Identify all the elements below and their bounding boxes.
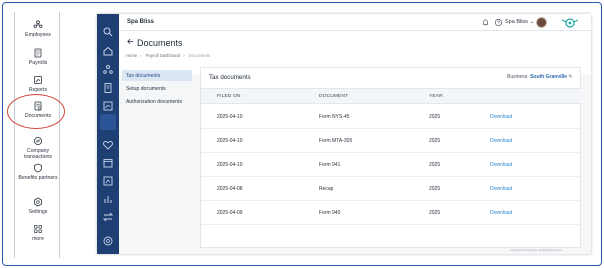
payrolls-icon: [34, 48, 42, 58]
report-icon[interactable]: [102, 175, 114, 187]
download-link[interactable]: Download: [490, 186, 512, 192]
sidebar-item-reports[interactable]: Reports: [15, 75, 61, 93]
column-header-filed-on: FILED ON: [217, 94, 241, 99]
payroll-icon[interactable]: [102, 82, 114, 94]
breadcrumb-home[interactable]: Home: [126, 53, 137, 58]
top-bar: Spa Bliss Spa Bliss ⌄: [119, 14, 591, 31]
filed-on-cell: 2025-04-10: [217, 114, 243, 120]
sidebar-item-benefits-partners[interactable]: Benefits partners: [15, 163, 61, 181]
subnav-authorization-documents[interactable]: Authorization documents: [122, 96, 192, 107]
business-value: South Granville: [530, 74, 568, 80]
document-cell: Recap: [319, 186, 334, 192]
product-logo-icon: [561, 18, 579, 28]
left-sidebar: Employees Payrolls Reports Documents Com…: [14, 12, 60, 258]
chevron-down-icon: ⌄: [529, 19, 535, 25]
year-cell: 2025: [429, 114, 441, 120]
sidebar-item-company-transactions[interactable]: Company transactions: [15, 136, 61, 160]
download-link[interactable]: Download: [490, 162, 512, 168]
avatar[interactable]: [536, 17, 547, 28]
subnav-setup-documents[interactable]: Setup documents: [122, 83, 192, 94]
breadcrumb-payroll-dashboard[interactable]: Payroll Dashboard: [146, 53, 180, 58]
analytics-icon[interactable]: [102, 193, 114, 205]
table-row: 2025-04-09 Form 940 2025 Download: [201, 201, 582, 225]
edit-icon: ✎: [568, 74, 573, 80]
sidebar-item-settings[interactable]: Settings: [15, 197, 61, 215]
sidebar-item-label: Settings: [28, 209, 48, 215]
filed-on-cell: 2025-04-09: [217, 210, 243, 216]
table-row: 2025-04-08 Recap 2025 Download: [201, 177, 582, 201]
sidebar-item-payrolls[interactable]: Payrolls: [15, 48, 61, 66]
sidebar-item-label: more: [32, 236, 44, 242]
transactions-icon: [34, 137, 42, 145]
document-cell: Form NYS-45: [319, 114, 350, 120]
sidebar-item-employees[interactable]: Employees: [15, 20, 61, 38]
table-row: 2025-04-10 Form 941 2025 Download: [201, 153, 582, 177]
employees-icon: [33, 20, 43, 28]
documents-subnav: Tax documents Setup documents Authorizat…: [119, 66, 197, 254]
app-window: Spa Bliss Spa Bliss ⌄ Documents Home › Pa…: [97, 14, 591, 254]
subnav-tax-documents[interactable]: Tax documents: [122, 70, 192, 81]
business-filter[interactable]: Business: South Granville ✎: [507, 74, 573, 80]
breadcrumb: Home › Payroll Dashboard › Documents: [126, 53, 213, 58]
table-row: 2025-04-10 Form NYS-45 2025 Download: [201, 105, 582, 129]
year-cell: 2025: [429, 162, 441, 168]
breadcrumb-separator: ›: [183, 53, 185, 58]
page-title: Documents: [137, 38, 183, 48]
documents-highlight-circle: [7, 94, 65, 129]
download-link[interactable]: Download: [490, 138, 512, 144]
calendar-icon[interactable]: [102, 157, 114, 169]
document-cell: Form 941: [319, 162, 341, 168]
sidebar-item-label: Employees: [25, 32, 51, 38]
icon-rail: [97, 14, 119, 254]
year-cell: 2025: [429, 210, 441, 216]
table-header: FILED ON DOCUMENT YEAR: [201, 88, 582, 104]
year-cell: 2025: [429, 186, 441, 192]
rail-active-documents[interactable]: [100, 114, 116, 130]
heart-icon[interactable]: [102, 139, 114, 151]
sidebar-item-label: Reports: [28, 87, 48, 93]
more-icon: [34, 225, 42, 233]
bell-icon[interactable]: [481, 18, 490, 27]
footer-copyright: Copyright © Enterprises. All Rights Rese…: [510, 249, 563, 252]
search-icon[interactable]: [102, 26, 114, 38]
settings-icon[interactable]: [102, 235, 114, 247]
column-header-document: DOCUMENT: [319, 94, 349, 99]
home-icon[interactable]: [102, 45, 114, 57]
sidebar-item-more[interactable]: more: [15, 224, 61, 242]
chart-icon[interactable]: [102, 100, 114, 112]
column-header-year: YEAR: [429, 94, 443, 99]
company-switcher[interactable]: Spa Bliss ⌄: [505, 19, 534, 25]
document-cell: Form MTA-305: [319, 138, 353, 144]
sidebar-item-label: Benefits partners: [18, 175, 58, 181]
brand-name: Spa Bliss: [127, 19, 155, 25]
people-icon[interactable]: [102, 64, 114, 76]
help-icon[interactable]: [494, 18, 503, 27]
settings-icon: [34, 197, 42, 207]
business-label: Business:: [507, 74, 529, 80]
document-cell: Form 940: [319, 210, 341, 216]
benefits-icon: [34, 163, 42, 173]
back-arrow-icon[interactable]: [126, 37, 135, 46]
download-link[interactable]: Download: [490, 210, 512, 216]
filed-on-cell: 2025-04-10: [217, 162, 243, 168]
download-link[interactable]: Download: [490, 114, 512, 120]
filed-on-cell: 2025-04-10: [217, 138, 243, 144]
table-row: 2025-04-10 Form MTA-305 2025 Download: [201, 129, 582, 153]
tax-documents-card: Tax documents Business: South Granville …: [200, 67, 582, 248]
filed-on-cell: 2025-04-08: [217, 186, 243, 192]
breadcrumb-current: Documents: [188, 53, 210, 58]
company-switcher-label: Spa Bliss: [505, 19, 528, 25]
sidebar-item-label: Payrolls: [28, 60, 48, 66]
year-cell: 2025: [429, 138, 441, 144]
card-title: Tax documents: [209, 74, 251, 81]
reports-icon: [34, 76, 42, 84]
sidebar-item-label: Company transactions: [24, 148, 52, 160]
transfer-icon[interactable]: [102, 211, 114, 223]
breadcrumb-separator: ›: [140, 53, 142, 58]
